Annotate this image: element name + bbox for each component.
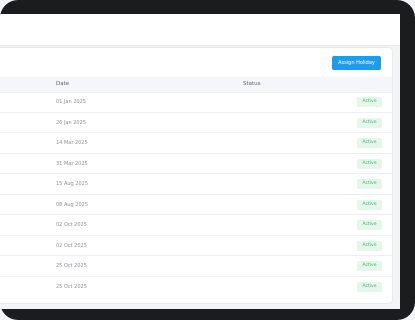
- status-badge: Active: [357, 199, 382, 210]
- table-body: 01 Jan 2025 Active 26 Jan 2025 Active 14…: [0, 92, 392, 297]
- date-cell: 14 Mar 2025: [56, 140, 88, 146]
- table-row[interactable]: 25 Oct 2025 Active: [0, 256, 392, 277]
- device-frame: Assign Holiday Date Status 01 Jan 2025 A…: [0, 0, 415, 320]
- status-badge: Active: [357, 117, 382, 128]
- table-row[interactable]: 02 Oct 2025 Active: [0, 215, 392, 236]
- column-header-date: Date: [56, 81, 70, 87]
- table-row[interactable]: 25 Oct 2025 Active: [0, 277, 392, 298]
- date-cell: 26 Jan 2025: [56, 119, 86, 126]
- date-cell: 15 Aug 2025: [56, 181, 89, 187]
- table-row[interactable]: 15 Aug 2025 Active: [0, 174, 392, 195]
- date-cell: 08 Aug 2025: [56, 201, 89, 208]
- status-badge: Active: [357, 179, 382, 189]
- table-row[interactable]: 02 Oct 2025 Active: [0, 236, 392, 256]
- status-badge: Active: [357, 97, 382, 107]
- assign-holiday-button[interactable]: Assign Holiday: [332, 56, 381, 70]
- column-header-status: Status: [243, 81, 261, 87]
- status-badge: Active: [357, 220, 382, 230]
- top-header-bar: [0, 14, 400, 46]
- table-row[interactable]: 01 Jan 2025 Active: [0, 92, 392, 113]
- table-row[interactable]: 31 Mar 2025 Active: [0, 154, 392, 174]
- status-badge: Active: [357, 240, 382, 251]
- date-cell: 01 Jan 2025: [56, 99, 86, 105]
- date-cell: 31 Mar 2025: [56, 160, 88, 167]
- date-cell: 25 Oct 2025: [56, 263, 87, 269]
- holiday-table-card: Assign Holiday Date Status 01 Jan 2025 A…: [0, 47, 393, 304]
- table-row[interactable]: 08 Aug 2025 Active: [0, 195, 392, 215]
- date-cell: 02 Oct 2025: [56, 242, 87, 249]
- status-badge: Active: [357, 158, 382, 169]
- table-header: Date Status: [0, 77, 392, 93]
- status-badge: Active: [357, 281, 382, 292]
- table-row[interactable]: 14 Mar 2025 Active: [0, 133, 392, 154]
- date-cell: 02 Oct 2025: [56, 222, 87, 228]
- table-row[interactable]: 26 Jan 2025 Active: [0, 113, 392, 133]
- status-badge: Active: [357, 138, 382, 148]
- date-cell: 25 Oct 2025: [56, 283, 87, 290]
- status-badge: Active: [357, 261, 382, 271]
- app-screen: Assign Holiday Date Status 01 Jan 2025 A…: [0, 14, 400, 309]
